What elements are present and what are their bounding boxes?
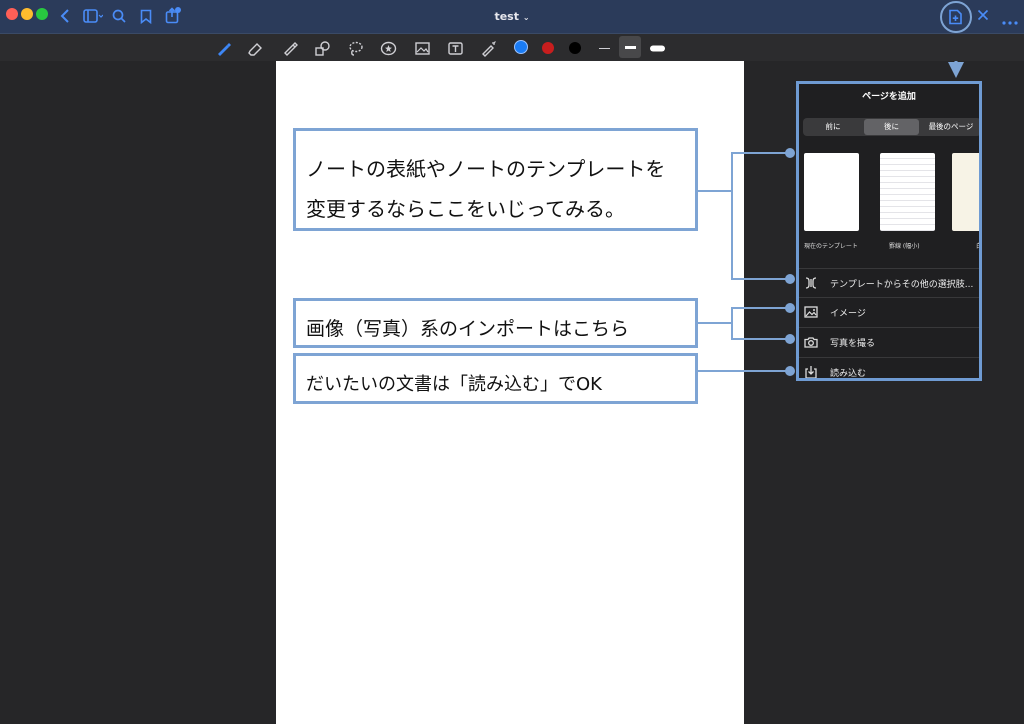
pen-tool-icon[interactable]: [213, 38, 233, 58]
template-callout: ノートの表紙やノートのテンプレートを 変更するならここをいじってみる。: [293, 128, 698, 231]
import-icon: [804, 364, 818, 378]
highlighter-tool-icon[interactable]: [279, 38, 299, 58]
template-white-label: 白: [976, 243, 982, 250]
template-options-icon: [804, 275, 818, 289]
image-callout: 画像（写真）系のインポートはこちら: [293, 298, 698, 348]
template-ruled-narrow-label: 罫線 (幅小): [889, 243, 920, 250]
image-row[interactable]: イメージ: [799, 297, 979, 326]
more-template-options-row[interactable]: テンプレートからその他の選択肢...: [799, 268, 979, 297]
import-row[interactable]: 読み込む: [799, 357, 979, 379]
take-photo-row-label: 写真を撮る: [830, 339, 876, 349]
document-callout: だいたいの文書は「読み込む」でOK: [293, 353, 698, 404]
shapes-tool-icon[interactable]: [312, 38, 332, 58]
color-swatch-blue[interactable]: [514, 40, 528, 54]
photo-icon: [804, 304, 818, 318]
template-ruled-narrow[interactable]: [880, 153, 935, 231]
segment-after[interactable]: 後に: [864, 119, 919, 135]
template-current-label: 現在のテンプレート: [804, 243, 858, 250]
color-swatch-black[interactable]: [569, 42, 581, 54]
segment-last-page[interactable]: 最後のページ: [922, 119, 979, 135]
lasso-tool-icon[interactable]: [345, 38, 365, 58]
template-white[interactable]: [952, 153, 979, 231]
more-icon[interactable]: [1002, 13, 1018, 28]
segment-before[interactable]: 前に: [805, 119, 861, 135]
close-icon[interactable]: [977, 9, 989, 24]
document-title: test: [494, 10, 519, 23]
camera-icon: [804, 334, 818, 348]
drawing-toolbar: [0, 33, 1024, 61]
stroke-thick-option[interactable]: [647, 38, 667, 58]
text-tool-icon[interactable]: [445, 38, 465, 58]
stroke-thin-option[interactable]: [594, 38, 614, 58]
image-row-label: イメージ: [830, 309, 866, 319]
laser-pointer-tool-icon[interactable]: [478, 38, 498, 58]
panel-title: ページを追加: [862, 92, 916, 102]
more-template-options-label: テンプレートからその他の選択肢...: [830, 280, 974, 290]
add-page-panel: ページを追加 前に 後に 最後のページ 現在のテンプレート 罫線 (幅小) 白 …: [796, 81, 982, 381]
import-row-label: 読み込む: [830, 369, 867, 379]
stroke-medium-option[interactable]: [619, 36, 641, 58]
image-tool-icon[interactable]: [412, 38, 432, 58]
title-chevron-icon: ⌄: [522, 13, 530, 22]
template-current[interactable]: [804, 153, 859, 231]
eraser-tool-icon[interactable]: [245, 38, 265, 58]
document-callout-text: だいたいの文書は「読み込む」でOK: [306, 374, 602, 395]
add-page-highlight-circle: [940, 1, 972, 33]
image-callout-text: 画像（写真）系のインポートはこちら: [306, 318, 630, 340]
template-callout-line2: 変更するならここをいじってみる。: [306, 197, 625, 221]
template-callout-line1: ノートの表紙やノートのテンプレートを: [306, 157, 666, 181]
window-titlebar: test ⌄: [0, 0, 1024, 33]
insert-position-segmented-control: 前に 後に 最後のページ: [803, 118, 979, 136]
take-photo-row[interactable]: 写真を撮る: [799, 327, 979, 356]
color-swatch-red[interactable]: [542, 42, 554, 54]
window-title[interactable]: test ⌄: [0, 10, 1024, 23]
sticker-tool-icon[interactable]: [378, 38, 398, 58]
